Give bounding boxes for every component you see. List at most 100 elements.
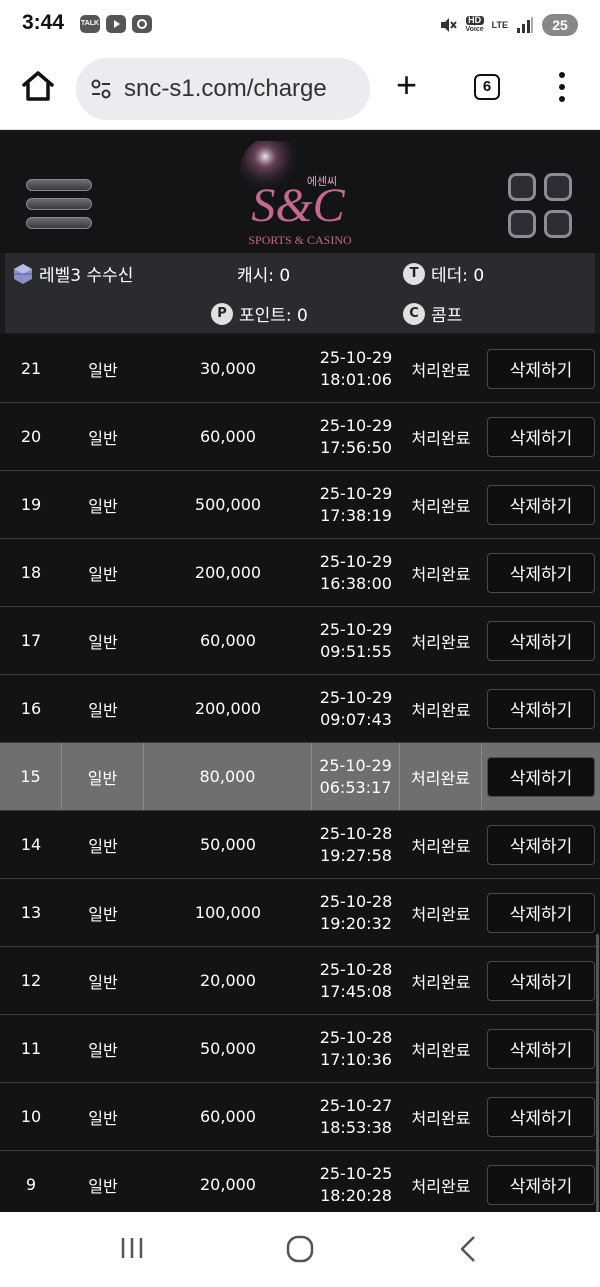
tabs-icon[interactable]: 6 [474,74,500,100]
delete-button[interactable]: 삭제하기 [487,552,595,593]
scrollbar[interactable] [596,934,599,1212]
row-date: 25-10-28 [319,823,393,843]
url-text: snc-s1.com/charge [124,75,327,102]
comp-text: 콤프 [431,306,463,326]
row-time: 18:53:38 [320,1117,392,1137]
row-date: 25-10-25 [319,1163,393,1183]
row-action: 삭제하기 [482,1083,600,1150]
row-datetime: 25-10-28 19:20:32 [312,879,400,946]
logo-graphic: S&C 에센씨 SPORTS & CASINO [240,135,352,247]
row-time: 17:10:36 [320,1049,392,1069]
status-time: 3:44 [22,11,65,34]
menu-button[interactable] [26,179,92,233]
delete-button[interactable]: 삭제하기 [487,348,595,389]
back-icon[interactable] [456,1234,480,1264]
level-gem-icon [14,263,32,284]
new-tab-icon[interactable]: + [396,67,417,103]
samsung-game-icon [132,15,152,33]
row-action: 삭제하기 [482,743,600,810]
delete-button[interactable]: 삭제하기 [487,620,595,661]
row-time: 17:38:19 [320,505,392,525]
row-date: 25-10-29 [319,755,392,775]
logo-subtitle: SPORTS & CASINO [248,233,352,247]
row-date: 25-10-27 [319,1095,393,1115]
address-bar[interactable]: snc-s1.com/charge [76,58,370,120]
system-nav-bar [0,1212,600,1287]
points-icon: P [211,302,233,325]
table-row: 15 일반 80,000 25-10-29 06:53:17 처리완료 삭제하기 [0,743,600,811]
row-time: 17:56:50 [320,437,392,457]
grid-cell-icon [508,173,536,201]
delete-button[interactable]: 삭제하기 [487,1164,595,1205]
row-datetime: 25-10-29 17:56:50 [312,403,400,470]
table-row: 16 일반 200,000 25-10-29 09:07:43 처리완료 삭제하기 [0,675,600,743]
hd-voice-indicator: HD Voice [465,15,484,33]
row-type: 일반 [88,1108,118,1128]
row-date: 25-10-29 [319,551,393,571]
row-date: 25-10-28 [319,891,393,911]
row-amount: 200,000 [194,563,262,582]
level-text: 레벨3 수수신 [39,266,134,286]
more-icon[interactable] [552,70,572,104]
notification-icons: TALK [80,15,152,33]
site-settings-icon[interactable] [90,78,112,100]
row-status: 처리완료 [411,1040,471,1060]
delete-button[interactable]: 삭제하기 [487,484,595,525]
row-amount: 30,000 [200,359,256,378]
signal-icon [517,17,533,33]
kakaotalk-icon: TALK [80,15,100,33]
row-time: 19:20:32 [320,913,392,933]
points-text: 포인트: 0 [239,306,308,326]
row-date: 25-10-29 [319,687,393,707]
table-row: 19 일반 500,000 25-10-29 17:38:19 처리완료 삭제하기 [0,471,600,539]
delete-button[interactable]: 삭제하기 [487,416,595,457]
delete-button[interactable]: 삭제하기 [487,688,595,729]
row-type: 일반 [88,1040,118,1060]
row-action: 삭제하기 [482,1015,600,1082]
browser-toolbar: snc-s1.com/charge + 6 [0,52,600,130]
row-status: 처리완료 [411,496,471,516]
recent-apps-icon[interactable] [118,1234,146,1262]
delete-button[interactable]: 삭제하기 [487,1028,595,1069]
status-bar: 3:44 TALK HD Voice LTE 25 [0,0,600,52]
table-row: 9 일반 20,000 25-10-25 18:20:28 처리완료 삭제하기 [0,1151,600,1212]
row-action: 삭제하기 [482,471,600,538]
row-type: 일반 [88,360,118,380]
menu-bar-icon [26,198,92,210]
delete-button[interactable]: 삭제하기 [487,824,595,865]
row-type: 일반 [88,836,118,856]
row-time: 09:07:43 [320,709,392,729]
row-status: 처리완료 [400,743,482,810]
points-info: P 포인트: 0 [211,301,308,326]
row-status: 처리완료 [411,632,471,652]
table-row: 20 일반 60,000 25-10-29 17:56:50 처리완료 삭제하기 [0,403,600,471]
delete-button[interactable]: 삭제하기 [487,1096,595,1137]
apps-grid-button[interactable] [508,173,574,239]
row-date: 25-10-28 [319,1027,393,1047]
delete-button[interactable]: 삭제하기 [487,960,595,1001]
row-type: 일반 [88,972,118,992]
grid-cell-icon [508,210,536,238]
home-circle-icon[interactable] [285,1234,315,1264]
grid-cell-icon [544,173,572,201]
comp-icon: C [403,302,425,325]
row-time: 18:20:28 [320,1185,392,1205]
row-type: 일반 [88,564,118,584]
home-icon[interactable] [20,68,56,104]
row-action: 삭제하기 [482,1151,600,1212]
row-action: 삭제하기 [482,335,600,402]
row-datetime: 25-10-28 19:27:58 [312,811,400,878]
row-number: 18 [20,563,42,582]
site-logo[interactable]: S&C 에센씨 SPORTS & CASINO [230,135,370,249]
row-amount: 200,000 [194,699,262,718]
row-action: 삭제하기 [482,675,600,742]
row-action: 삭제하기 [482,879,600,946]
delete-button[interactable]: 삭제하기 [487,892,595,933]
row-amount: 80,000 [144,743,312,810]
table-row: 14 일반 50,000 25-10-28 19:27:58 처리완료 삭제하기 [0,811,600,879]
row-number: 13 [20,903,42,922]
charge-history-table[interactable]: 21 일반 30,000 25-10-29 18:01:06 처리완료 삭제하기 20 일반 60… [0,334,600,1212]
delete-button[interactable]: 삭제하기 [487,756,595,797]
row-number: 12 [20,971,42,990]
comp-info[interactable]: C 콤프 [403,301,462,326]
